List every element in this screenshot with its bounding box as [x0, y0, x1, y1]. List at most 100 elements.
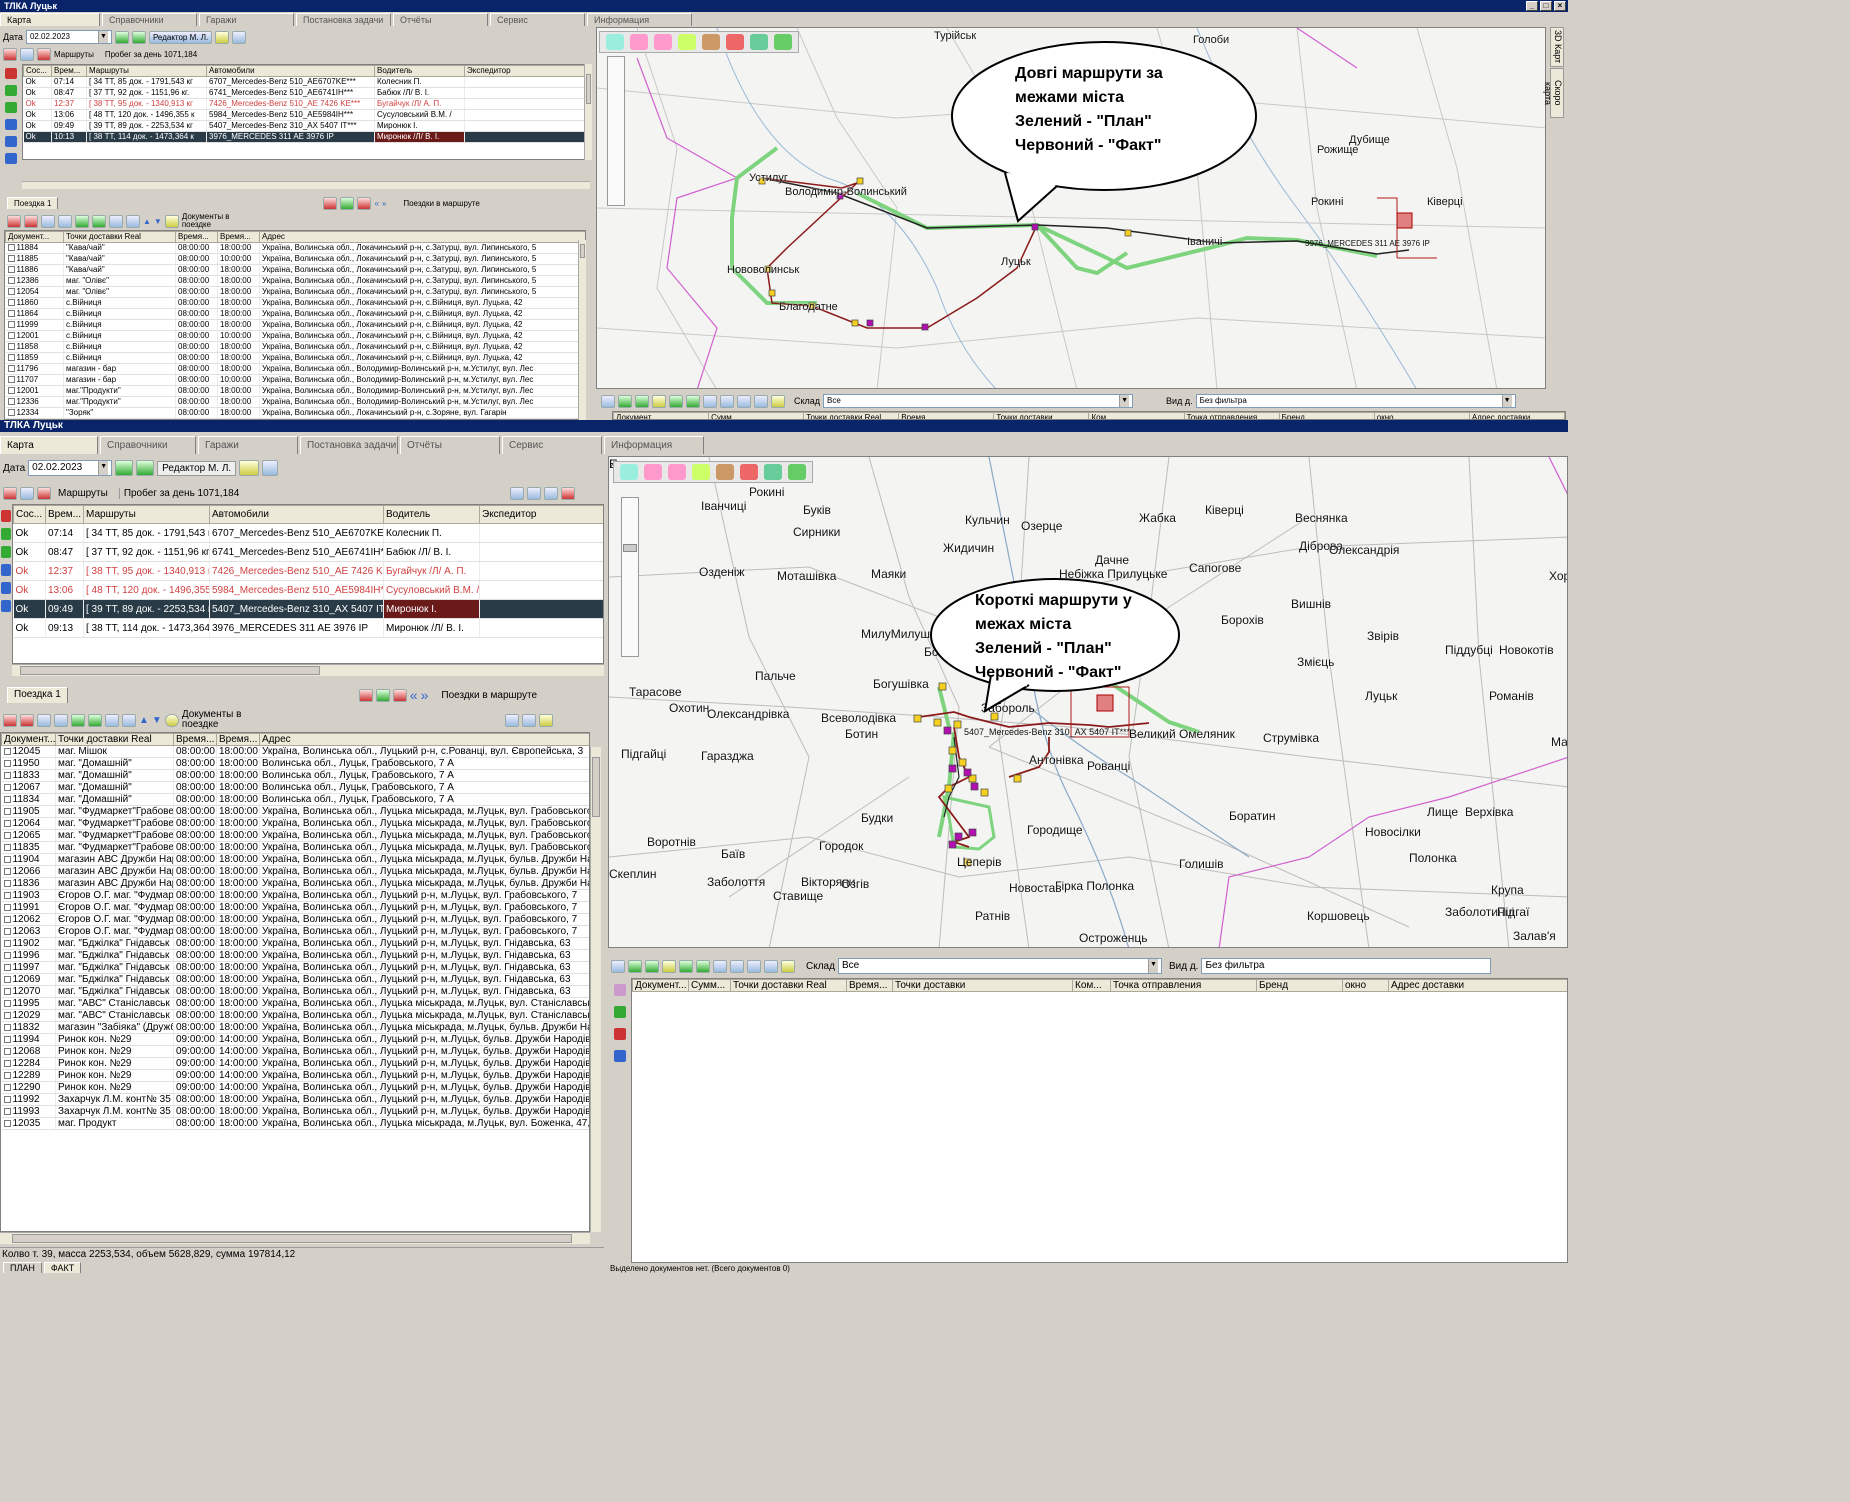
tab-reports[interactable]: Отчёты	[400, 436, 500, 454]
document-row[interactable]: 11904 магазин АВС Дружби Нар 08:00:00 18:00…	[1, 853, 589, 866]
tab-map[interactable]: Карта	[0, 13, 100, 26]
row-checkbox[interactable]	[3, 963, 11, 971]
export-icon[interactable]	[730, 959, 744, 973]
row-checkbox[interactable]	[3, 807, 11, 815]
row-checkbox[interactable]	[3, 1071, 11, 1079]
row-checkbox[interactable]	[3, 987, 11, 995]
bottom-col-header[interactable]: Точки доставки Real	[730, 979, 847, 992]
zoom-slider[interactable]	[621, 497, 639, 657]
document-row[interactable]: 12334 "Зоряк" 08:00:00 18:00:00 Україна, Вол…	[5, 407, 585, 419]
delete-icon[interactable]	[3, 486, 17, 500]
row-checkbox[interactable]	[3, 1023, 11, 1031]
tab-task-setup[interactable]: Постановка задачи	[300, 436, 398, 454]
editor-button[interactable]: Редактор М. Л.	[157, 460, 237, 476]
copy-icon[interactable]	[109, 214, 123, 228]
move-icon[interactable]	[20, 713, 34, 727]
search-icon[interactable]	[1, 564, 11, 576]
expand-icon[interactable]	[5, 153, 17, 164]
row-checkbox[interactable]	[7, 288, 15, 296]
pin-icon[interactable]	[679, 959, 693, 973]
add-trip-icon[interactable]	[136, 460, 155, 476]
doc-add-icon[interactable]	[628, 959, 642, 973]
tab-trip-1[interactable]: Поездка 1	[7, 197, 59, 209]
layers-icon[interactable]	[5, 102, 17, 113]
col-address[interactable]: Адрес	[259, 231, 585, 243]
globe-icon[interactable]	[764, 464, 782, 480]
document-row[interactable]: 12069 маг. "Бджілка" Гнідавськ 08:00:00 18:…	[1, 973, 589, 986]
row-checkbox[interactable]	[3, 999, 11, 1007]
col-routes[interactable]: Маршруты	[83, 505, 210, 524]
row-checkbox[interactable]	[3, 843, 11, 851]
cube-icon[interactable]	[1, 528, 11, 540]
flag-icon[interactable]	[726, 34, 744, 50]
row-checkbox[interactable]	[3, 915, 11, 923]
routes-hscrollbar[interactable]	[22, 181, 590, 189]
pencil-icon[interactable]	[1, 510, 11, 522]
route-row[interactable]: Ok 13:06[ 48 ТТ, 120 док. - 1496,355 к 598…	[23, 109, 589, 121]
truck-small-icon[interactable]	[58, 214, 72, 228]
row-checkbox[interactable]	[7, 387, 15, 395]
bottom-col-header[interactable]: Бренд	[1256, 979, 1343, 992]
truck-icon[interactable]	[696, 959, 710, 973]
route-row[interactable]: Ok 07:14[ 34 ТТ, 85 док. - 1791,543 кг 670…	[13, 523, 603, 543]
print-icon[interactable]	[37, 47, 51, 61]
zoom-in-icon[interactable]	[630, 34, 648, 50]
bottom-col-header[interactable]: Бренд	[1278, 412, 1375, 419]
route-export-icon[interactable]	[788, 464, 806, 480]
arrow-right-icon[interactable]: »	[421, 687, 429, 703]
row-checkbox[interactable]	[3, 759, 11, 767]
marker-icon[interactable]	[716, 464, 734, 480]
col-driver[interactable]: Водитель	[374, 65, 465, 77]
document-row[interactable]: 12029 маг. "АВС" Станіславськ 08:00:00 18:0…	[1, 1009, 589, 1022]
tab-service[interactable]: Сервис	[502, 436, 602, 454]
eraser-icon[interactable]	[678, 34, 696, 50]
col-driver[interactable]: Водитель	[383, 505, 480, 524]
tab-info[interactable]: Информация	[604, 436, 704, 454]
doc-add-icon[interactable]	[618, 394, 632, 408]
col-time-to[interactable]: Время...	[216, 733, 260, 746]
expand-icon[interactable]	[1, 600, 11, 612]
bottom-col-header[interactable]: Точки доставки Real	[803, 412, 900, 419]
document-row[interactable]: 11993 Захарчук Л.М. конт№ 35 08:00:00 18:00…	[1, 1105, 589, 1118]
filter-2-icon[interactable]	[754, 394, 768, 408]
document-row[interactable]: 11902 маг. "Бджілка" Гнідавськ 08:00:00 18:…	[1, 937, 589, 950]
row-checkbox[interactable]	[3, 1119, 11, 1127]
doc-copy-icon[interactable]	[635, 394, 649, 408]
settings-icon[interactable]	[538, 713, 553, 727]
row-checkbox[interactable]	[3, 867, 11, 875]
view-filter-select[interactable]: Без фильтра	[1201, 958, 1492, 974]
bottom-col-header[interactable]: Точки доставки	[993, 412, 1090, 419]
row-checkbox[interactable]	[7, 244, 15, 252]
select-tool-icon[interactable]	[606, 34, 624, 50]
row-checkbox[interactable]	[3, 1107, 11, 1115]
route-row[interactable]: Ok 09:13[ 38 ТТ, 114 док. - 1473,364 к 397…	[13, 618, 603, 638]
row-checkbox[interactable]	[3, 1083, 11, 1091]
filter-2-icon[interactable]	[521, 713, 536, 727]
route-row[interactable]: Ok 08:47[ 37 ТТ, 92 док. - 1151,96 кг. 674…	[13, 542, 603, 562]
row-checkbox[interactable]	[7, 409, 15, 417]
document-row[interactable]: 11836 магазин АВС Дружби Нар 08:00:00 18:00…	[1, 877, 589, 890]
row-checkbox[interactable]	[3, 819, 11, 827]
doc-copy-icon[interactable]	[645, 959, 659, 973]
truck-add-icon[interactable]	[375, 688, 390, 702]
pin-icon[interactable]	[669, 394, 683, 408]
route-row[interactable]: Ok 12:37[ 38 ТТ, 95 док. - 1340,913 кг 742…	[23, 98, 589, 110]
truck-icon[interactable]	[527, 486, 542, 500]
home-icon[interactable]	[41, 214, 55, 228]
arrow-left-icon[interactable]: «	[374, 199, 378, 208]
tab-fact[interactable]: ФАКТ	[43, 1262, 82, 1273]
col-state[interactable]: Сос...	[23, 65, 52, 77]
col-expeditor[interactable]: Экспедитор	[464, 65, 589, 77]
sync-icon[interactable]	[20, 486, 34, 500]
down-arrow-icon[interactable]: ▼	[154, 217, 162, 226]
row-checkbox[interactable]	[7, 277, 15, 285]
filter-icon[interactable]	[737, 394, 751, 408]
layers-icon[interactable]	[1, 546, 11, 558]
row-checkbox[interactable]	[3, 1011, 11, 1019]
quick-map-button[interactable]: Скоро карта	[1543, 68, 1564, 118]
import-icon[interactable]	[713, 959, 727, 973]
doc-icon[interactable]	[510, 486, 525, 500]
truck-green-2-icon[interactable]	[88, 713, 102, 727]
row-checkbox[interactable]	[7, 255, 15, 263]
tab-plan[interactable]: ПЛАН	[3, 1262, 42, 1273]
